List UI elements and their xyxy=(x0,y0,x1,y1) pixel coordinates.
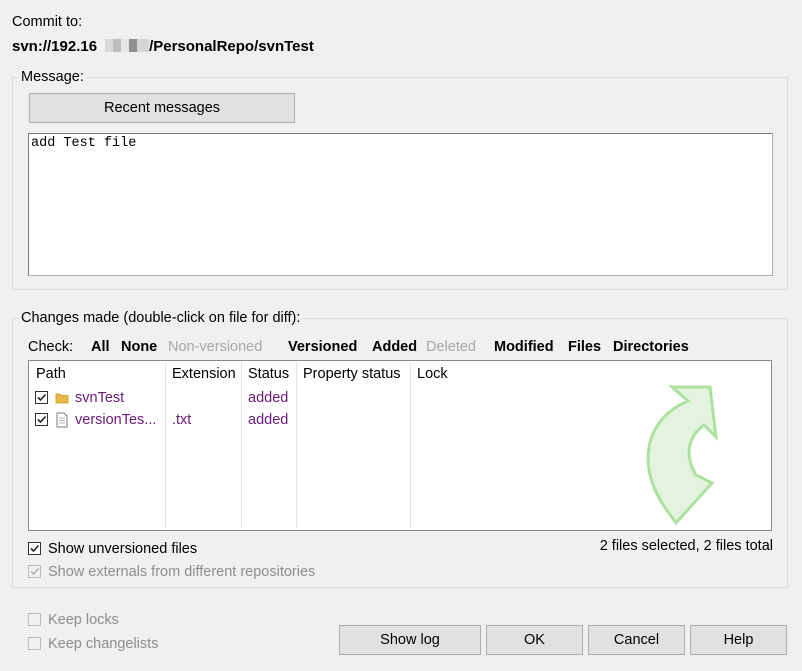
check-modified-link[interactable]: Modified xyxy=(494,339,554,355)
check-files-link[interactable]: Files xyxy=(568,339,601,355)
check-added-link[interactable]: Added xyxy=(372,339,417,355)
keep-changelists-checkbox xyxy=(28,637,41,650)
repository-url-suffix: /PersonalRepo/svnTest xyxy=(149,38,314,55)
check-nonversioned-link: Non-versioned xyxy=(168,339,263,355)
commit-to-label: Commit to: xyxy=(12,14,83,30)
keep-changelists-label: Keep changelists xyxy=(48,636,159,652)
redacted-ip-block xyxy=(97,39,150,52)
column-header-path[interactable]: Path xyxy=(36,366,66,382)
keep-locks-checkbox xyxy=(28,613,41,626)
row-path: svnTest xyxy=(75,390,125,406)
show-unversioned-checkbox[interactable] xyxy=(28,542,41,555)
ok-button[interactable]: OK xyxy=(486,625,583,655)
row-extension: .txt xyxy=(172,412,192,428)
column-header-lock[interactable]: Lock xyxy=(417,366,448,382)
folder-icon xyxy=(55,393,69,404)
file-icon xyxy=(56,412,68,428)
check-directories-link[interactable]: Directories xyxy=(613,339,689,355)
column-header-property-status[interactable]: Property status xyxy=(303,366,401,382)
changes-group-label: Changes made (double-click on file for d… xyxy=(19,309,303,327)
table-row[interactable]: versionTes... .txt added xyxy=(29,410,771,432)
message-group-label: Message: xyxy=(19,68,86,86)
check-none-link[interactable]: None xyxy=(121,339,157,355)
table-row[interactable]: svnTest added xyxy=(29,388,771,410)
row-status: added xyxy=(248,412,289,428)
recent-messages-button[interactable]: Recent messages xyxy=(29,93,295,123)
help-button[interactable]: Help xyxy=(690,625,787,655)
row-status: added xyxy=(248,390,289,406)
keep-locks-label: Keep locks xyxy=(48,612,119,628)
column-header-extension[interactable]: Extension xyxy=(172,366,236,382)
repository-url: svn://192.16/PersonalRepo/svnTest xyxy=(12,38,314,55)
row-checkbox[interactable] xyxy=(35,413,48,426)
commit-message-textarea[interactable]: add Test file xyxy=(28,133,773,276)
show-log-button[interactable]: Show log xyxy=(339,625,481,655)
repository-url-prefix: svn://192.16 xyxy=(12,38,98,55)
check-all-link[interactable]: All xyxy=(91,339,110,355)
row-path: versionTes... xyxy=(75,412,157,428)
cancel-button[interactable]: Cancel xyxy=(588,625,685,655)
check-versioned-link[interactable]: Versioned xyxy=(288,339,357,355)
column-header-status[interactable]: Status xyxy=(248,366,289,382)
row-checkbox[interactable] xyxy=(35,391,48,404)
changes-file-list[interactable]: Path Extension Status Property status Lo… xyxy=(28,360,772,531)
show-externals-label: Show externals from different repositori… xyxy=(48,564,316,580)
show-externals-checkbox xyxy=(28,565,41,578)
show-unversioned-label[interactable]: Show unversioned files xyxy=(48,540,197,558)
selection-summary: 2 files selected, 2 files total xyxy=(599,538,773,554)
check-deleted-link: Deleted xyxy=(426,339,476,355)
check-filter-row: Check: All None Non-versioned Versioned … xyxy=(0,339,802,359)
check-label: Check: xyxy=(28,339,74,355)
